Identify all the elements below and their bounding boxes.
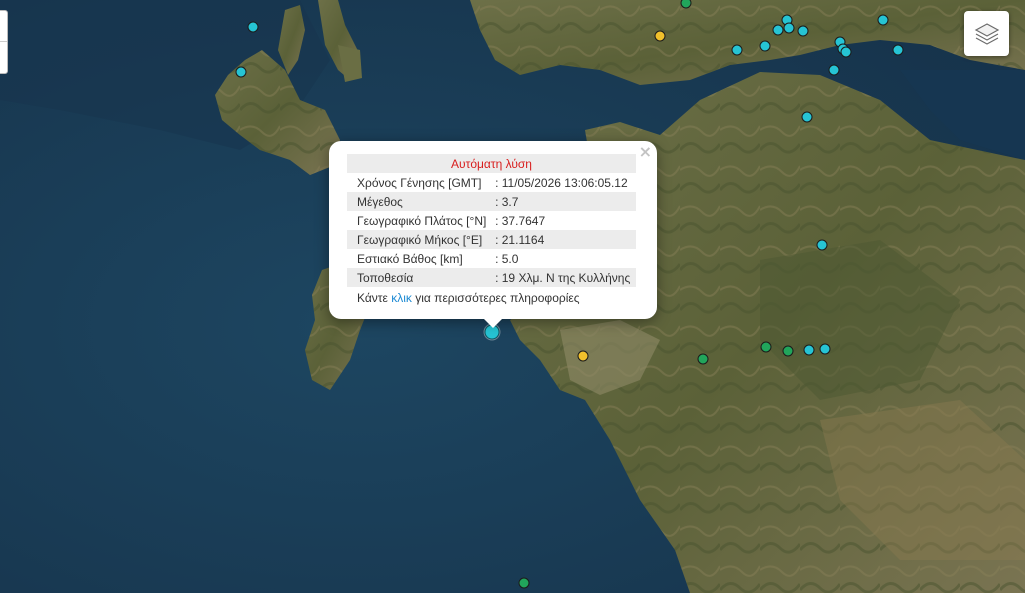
detail-label: Γεωγραφικό Πλάτος [°N] bbox=[357, 213, 487, 228]
earthquake-marker[interactable] bbox=[235, 66, 247, 78]
earthquake-marker[interactable] bbox=[840, 46, 852, 58]
earthquake-marker[interactable] bbox=[697, 353, 709, 365]
layers-button[interactable] bbox=[964, 11, 1009, 56]
more-info-suffix: για περισσότερες πληροφορίες bbox=[411, 290, 580, 305]
earthquake-marker[interactable] bbox=[801, 111, 813, 123]
detail-label: Τοποθεσία bbox=[347, 268, 493, 287]
earthquake-marker[interactable] bbox=[816, 239, 828, 251]
earthquake-marker[interactable] bbox=[760, 341, 772, 353]
earthquake-marker[interactable] bbox=[819, 343, 831, 355]
popup-title: Αυτόματη λύση bbox=[347, 154, 636, 173]
detail-label: Εστιακό Βάθος [km] bbox=[357, 251, 463, 266]
detail-value: : 37.7647 bbox=[495, 213, 546, 228]
earthquake-marker[interactable] bbox=[797, 25, 809, 37]
more-info-row: Κάντε κλικ για περισσότερες πληροφορίες bbox=[347, 287, 636, 307]
zoom-control[interactable] bbox=[0, 10, 8, 74]
layers-icon bbox=[974, 22, 999, 45]
earthquake-marker[interactable] bbox=[772, 24, 784, 36]
more-info-link[interactable]: κλικ bbox=[391, 291, 412, 305]
detail-row: Γεωγραφικό Μήκος [°E] : 21.1164 bbox=[347, 230, 636, 249]
detail-label: Χρόνος Γένησης [GMT] bbox=[357, 175, 482, 190]
more-info-text: Κάντε κλικ για περισσότερες πληροφορίες bbox=[347, 287, 636, 307]
detail-row: Εστιακό Βάθος [km] : 5.0 bbox=[347, 249, 636, 268]
detail-value: : 11/05/2026 13:06:05.12 bbox=[495, 175, 628, 190]
earthquake-marker[interactable] bbox=[803, 344, 815, 356]
earthquake-marker[interactable] bbox=[247, 21, 259, 33]
earthquake-popup: × Αυτόματη λύση Χρόνος Γένησης [GMT] : 1… bbox=[329, 141, 657, 319]
detail-row: Τοποθεσία : 19 Χλμ. Ν της Κυλλήνης bbox=[347, 268, 636, 287]
detail-value: : 3.7 bbox=[492, 192, 636, 211]
detail-value: : 21.1164 bbox=[492, 230, 636, 249]
earthquake-marker[interactable] bbox=[782, 345, 794, 357]
zoom-separator bbox=[0, 41, 7, 42]
popup-tip bbox=[483, 318, 503, 328]
earthquake-marker[interactable] bbox=[654, 30, 666, 42]
detail-label: Γεωγραφικό Μήκος [°E] bbox=[347, 230, 493, 249]
detail-row: Χρόνος Γένησης [GMT] : 11/05/2026 13:06:… bbox=[347, 173, 636, 192]
earthquake-marker[interactable] bbox=[518, 577, 530, 589]
detail-value: : 19 Χλμ. Ν της Κυλλήνης bbox=[492, 268, 636, 287]
earthquake-marker[interactable] bbox=[877, 14, 889, 26]
earthquake-marker[interactable] bbox=[828, 64, 840, 76]
earthquake-marker[interactable] bbox=[731, 44, 743, 56]
earthquake-marker[interactable] bbox=[783, 22, 795, 34]
more-info-prefix: Κάντε bbox=[357, 290, 392, 305]
earthquake-details-table: Αυτόματη λύση Χρόνος Γένησης [GMT] : 11/… bbox=[347, 154, 636, 307]
satellite-map[interactable]: × Αυτόματη λύση Χρόνος Γένησης [GMT] : 1… bbox=[0, 0, 1025, 593]
detail-row: Μέγεθος : 3.7 bbox=[347, 192, 636, 211]
detail-row: Γεωγραφικό Πλάτος [°N] : 37.7647 bbox=[347, 211, 636, 230]
detail-label: Μέγεθος bbox=[347, 192, 493, 211]
detail-value: : 5.0 bbox=[495, 251, 519, 266]
popup-close-button[interactable]: × bbox=[639, 144, 652, 160]
earthquake-marker[interactable] bbox=[577, 350, 589, 362]
earthquake-marker[interactable] bbox=[892, 44, 904, 56]
earthquake-marker[interactable] bbox=[759, 40, 771, 52]
